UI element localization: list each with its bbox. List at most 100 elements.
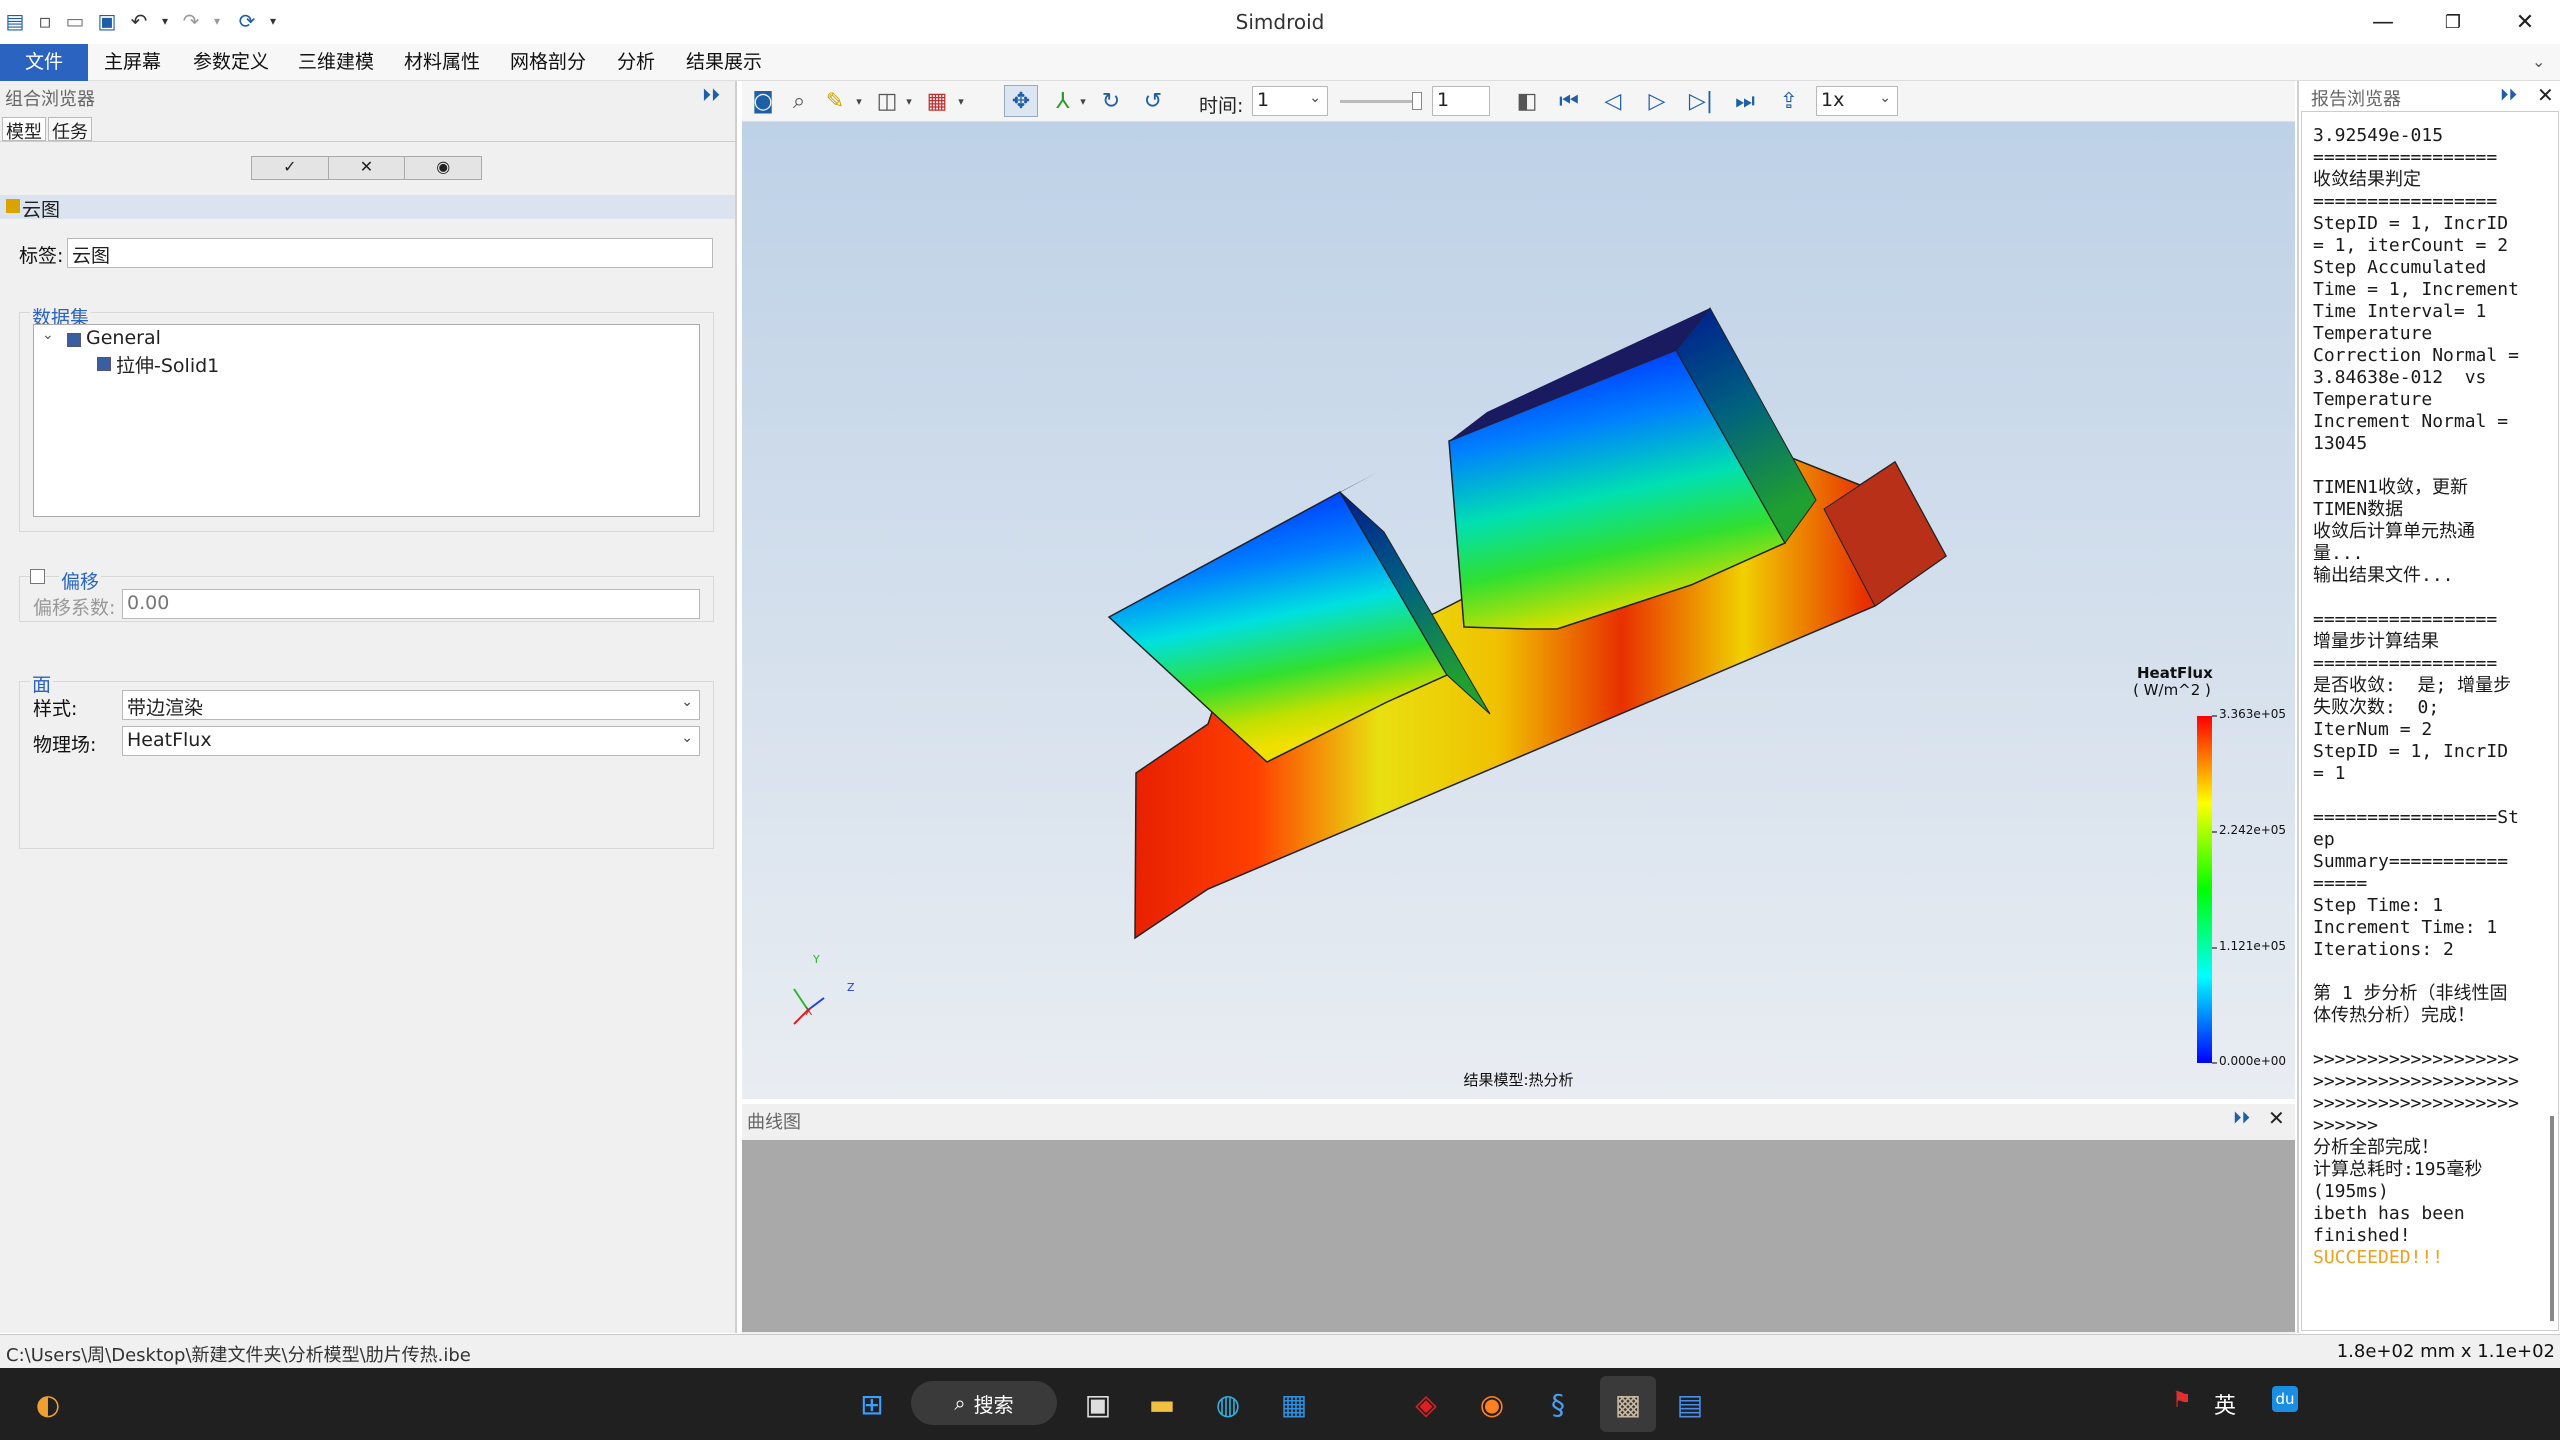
- chevron-down-icon: ⌄: [681, 730, 693, 746]
- style-caption: 样式:: [33, 698, 78, 720]
- solid-checkbox[interactable]: [97, 357, 111, 371]
- ime-indicator[interactable]: 英: [2214, 1388, 2236, 1420]
- zoom-icon[interactable]: ⌕: [782, 85, 816, 117]
- menu-results[interactable]: 结果展示: [686, 44, 762, 81]
- store-icon[interactable]: ▦: [1272, 1382, 1316, 1426]
- ribbon-collapse-icon[interactable]: ⌄: [2532, 52, 2545, 71]
- report-scrollbar[interactable]: [2550, 1116, 2554, 1321]
- ok-button[interactable]: ✓: [252, 157, 329, 179]
- dataset-tree: ⌄ General 拉伸-Solid1: [33, 324, 700, 517]
- general-checkbox[interactable]: [67, 333, 81, 347]
- time-slider[interactable]: [1340, 100, 1422, 103]
- menu-3d-modeling[interactable]: 三维建模: [298, 44, 374, 81]
- legend-unit: ( W/m^2 ): [2133, 681, 2211, 699]
- chevron-down-icon[interactable]: ▾: [1076, 85, 1090, 117]
- fit-view-icon[interactable]: ✥: [1004, 85, 1038, 117]
- close-button[interactable]: ✕: [2490, 0, 2560, 44]
- panel-title: 组合浏览器: [5, 89, 95, 110]
- time-value: 1: [1257, 89, 1270, 111]
- weather-icon[interactable]: ◐: [26, 1382, 70, 1426]
- heat-flux-model: [793, 307, 2217, 1064]
- axis-label-z: Z: [847, 981, 855, 994]
- time-label: 时间:: [1199, 95, 1244, 117]
- panel-collapse-icon[interactable]: ⏵⏵: [702, 85, 720, 106]
- menu-materials[interactable]: 材料属性: [404, 44, 480, 81]
- close-icon[interactable]: ✕: [2537, 83, 2554, 107]
- first-frame-icon[interactable]: ⏮: [1552, 85, 1586, 117]
- style-select[interactable]: 带边渲染 ⌄: [122, 690, 700, 720]
- title-bar: ▤ ▫ ▭ ▣ ↶ ▾ ↷ ▾ ⟳ ▾ Simdroid — ❐ ✕: [0, 0, 2560, 44]
- windows-start-icon[interactable]: ⊞: [850, 1382, 894, 1426]
- cancel-button[interactable]: ✕: [329, 157, 406, 179]
- label-input[interactable]: 云图: [67, 238, 713, 268]
- axes-icon[interactable]: ⅄: [1046, 85, 1080, 117]
- axis-label-y: Y: [813, 953, 820, 966]
- legend-tick: 1.121e+05: [2219, 939, 2287, 953]
- minimize-button[interactable]: —: [2348, 0, 2418, 44]
- time-select[interactable]: 1 ⌄: [1252, 86, 1328, 116]
- contour-icon: [6, 199, 20, 213]
- mcafee-icon[interactable]: ◈: [1404, 1382, 1448, 1426]
- menu-mesh[interactable]: 网格剖分: [510, 44, 586, 81]
- last-frame-icon[interactable]: ⏭: [1728, 85, 1762, 117]
- rotate-cw-icon[interactable]: ↻: [1094, 85, 1128, 117]
- display-mode-icon[interactable]: ▦: [920, 85, 954, 117]
- app-swirl-icon[interactable]: §: [1536, 1382, 1580, 1426]
- preview-eye-icon[interactable]: ◉: [405, 157, 481, 179]
- time-slider-handle[interactable]: [1412, 92, 1422, 110]
- speed-select[interactable]: 1x ⌄: [1816, 86, 1898, 116]
- view-toolbar: ◙ ⌕ ✎ ▾ ◫ ▾ ▦ ▾ ✥ ⅄ ▾ ↻ ↺ 时间: 1 ⌄ 1 ◧ ⏮ ◁…: [742, 81, 2295, 122]
- menu-home[interactable]: 主屏幕: [104, 44, 161, 81]
- menu-analysis[interactable]: 分析: [617, 44, 655, 81]
- chevron-down-icon[interactable]: ▾: [902, 85, 916, 117]
- menu-file[interactable]: 文件: [0, 44, 88, 81]
- record-video-icon[interactable]: ◧: [1510, 85, 1544, 117]
- file-explorer-icon[interactable]: ▬: [1140, 1382, 1184, 1426]
- section-header: 云图: [0, 195, 735, 221]
- close-icon[interactable]: ✕: [2268, 1106, 2285, 1130]
- next-frame-icon[interactable]: ▷|: [1684, 85, 1718, 117]
- field-value: HeatFlux: [127, 729, 212, 751]
- report-browser-panel: 报告浏览器 ⏵⏵ ✕ 3.92549e-015 ================…: [2297, 81, 2560, 1333]
- tray-notification-icon[interactable]: ⚑: [2172, 1388, 2192, 1413]
- panel-collapse-icon[interactable]: ⏵⏵: [2233, 1108, 2250, 1128]
- firefox-icon[interactable]: ◉: [1470, 1382, 1514, 1426]
- offset-checkbox[interactable]: [30, 569, 45, 584]
- chevron-down-icon: ⌄: [681, 694, 693, 710]
- speed-value: 1x: [1821, 89, 1845, 111]
- 3d-viewport[interactable]: HeatFlux ( W/m^2 ) 3.363e+05 2.242e+05 1…: [742, 81, 2295, 1099]
- legend-tick: 2.242e+05: [2219, 823, 2287, 837]
- tree-item-general[interactable]: General: [86, 327, 161, 349]
- chevron-down-icon: ⌄: [1879, 90, 1891, 106]
- task-view-icon[interactable]: ▣: [1076, 1382, 1120, 1426]
- tab-model[interactable]: 模型: [2, 117, 46, 143]
- simdroid-taskbar-icon[interactable]: ▤: [1668, 1382, 1712, 1426]
- chevron-down-icon[interactable]: ▾: [852, 85, 866, 117]
- chevron-down-icon: ⌄: [1309, 90, 1321, 106]
- field-select[interactable]: HeatFlux ⌄: [122, 726, 700, 756]
- prev-frame-icon[interactable]: ◁: [1596, 85, 1630, 117]
- curve-panel: 曲线图 ⏵⏵ ✕: [742, 1104, 2295, 1334]
- offset-title: 偏移: [59, 567, 102, 594]
- face-title: 面: [30, 670, 54, 697]
- restore-button[interactable]: ❐: [2418, 0, 2488, 44]
- active-app-icon[interactable]: ▩: [1600, 1376, 1656, 1432]
- play-icon[interactable]: ▷: [1640, 85, 1674, 117]
- menu-params[interactable]: 参数定义: [193, 44, 269, 81]
- view-cube-icon[interactable]: ◫: [870, 85, 904, 117]
- offset-input[interactable]: 0.00: [122, 589, 700, 619]
- panel-collapse-icon[interactable]: ⏵⏵: [2500, 85, 2517, 105]
- tab-task[interactable]: 任务: [48, 117, 92, 143]
- tray-app-icon[interactable]: du: [2272, 1386, 2298, 1412]
- rotate-ccw-icon[interactable]: ↺: [1136, 85, 1170, 117]
- screenshot-icon[interactable]: ◙: [746, 85, 780, 117]
- curve-plot-area[interactable]: [742, 1140, 2295, 1332]
- taskbar-search[interactable]: ⌕ 搜索: [911, 1381, 1057, 1425]
- clear-brush-icon[interactable]: ✎: [818, 85, 852, 117]
- edge-browser-icon[interactable]: ◍: [1206, 1382, 1250, 1426]
- tree-item-solid[interactable]: 拉伸-Solid1: [116, 351, 219, 378]
- loop-icon[interactable]: ⇪: [1772, 85, 1806, 117]
- frame-spinbox[interactable]: 1: [1432, 86, 1490, 116]
- tree-expand-icon[interactable]: ⌄: [42, 327, 54, 343]
- chevron-down-icon[interactable]: ▾: [954, 85, 968, 117]
